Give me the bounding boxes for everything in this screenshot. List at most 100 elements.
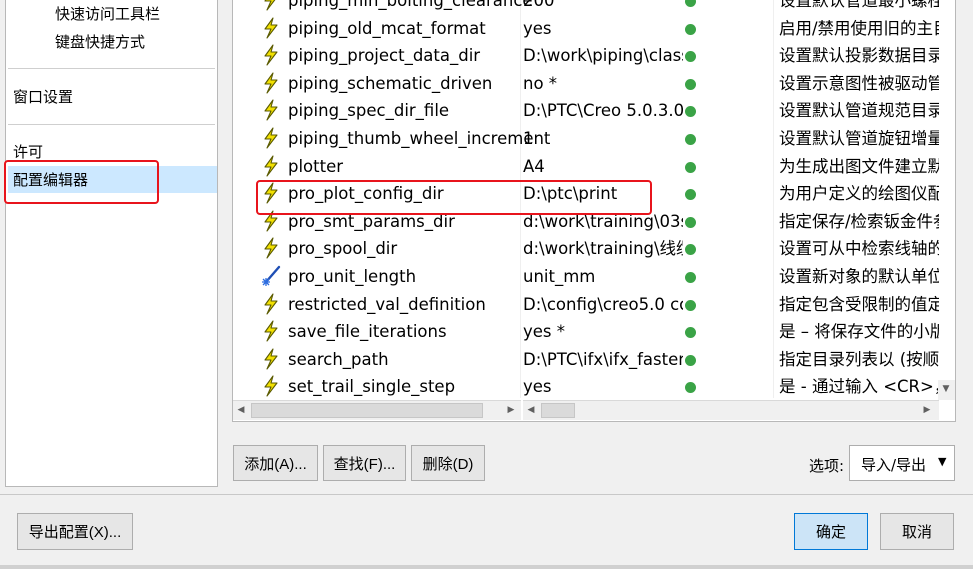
option-value[interactable]: D:\PTC\Creo 5.0.3.0\C — [523, 100, 683, 122]
status-dot-icon — [685, 106, 696, 118]
option-name: plotter — [288, 156, 344, 176]
status-dot-icon — [685, 354, 696, 366]
status-dot-icon — [685, 161, 696, 173]
window-bottom-edge — [0, 565, 973, 569]
scroll-left-arrow-icon[interactable]: ◀ — [523, 401, 539, 419]
option-name: pro_unit_length — [288, 267, 417, 286]
option-description: 设置示意图性被驱动管线 — [779, 73, 939, 93]
option-name: search_path — [288, 349, 389, 369]
option-value[interactable]: yes — [523, 376, 683, 398]
status-dot-icon — [685, 189, 696, 201]
option-name: set_trail_single_step — [288, 377, 456, 397]
ok-button[interactable]: 确定 — [794, 513, 868, 550]
horizontal-scrollbar-name[interactable]: ◀ ▶ — [233, 400, 521, 420]
nav-divider — [8, 124, 215, 125]
table-row[interactable]: search_path D:\PTC\ifx\ifx_fastener 指定目录列表… — [233, 346, 955, 374]
export-config-button[interactable]: 导出配置(X)... — [17, 513, 133, 550]
option-value[interactable]: yes * — [523, 321, 683, 343]
table-row[interactable]: piping_thumb_wheel_increment1 设置默认管道旋钮增量值 — [233, 125, 955, 153]
option-value[interactable]: D:\PTC\ifx\ifx_fastener — [523, 349, 683, 371]
nav-item-quick-access-toolbar[interactable]: 快速访问工具栏 — [55, 3, 160, 25]
cancel-button[interactable]: 取消 — [880, 513, 954, 550]
table-row[interactable]: piping_schematic_driven no * 设置示意图性被驱动管线 — [233, 70, 955, 98]
option-value[interactable]: no * — [523, 73, 683, 95]
option-description: 指定目录列表以 (按顺序 — [779, 349, 939, 369]
option-name: piping_thumb_wheel_increment — [288, 129, 551, 148]
left-nav-panel: 快速访问工具栏 键盘快捷方式 窗口设置 许可 配置编辑器 — [5, 0, 218, 487]
table-row[interactable]: plotter A4 为生成出图文件建立默认 — [233, 153, 955, 181]
status-dot-icon — [685, 244, 696, 256]
nav-item-keyboard-shortcuts[interactable]: 键盘快捷方式 — [55, 31, 145, 53]
option-value[interactable]: unit_mm — [523, 266, 683, 288]
option-description: 是 - 通过输入 <CR>，启 — [779, 377, 939, 397]
lightning-icon — [261, 155, 281, 177]
option-value[interactable]: A4 — [523, 156, 683, 178]
footer-divider — [0, 494, 973, 495]
option-value[interactable]: 200 — [523, 0, 683, 12]
table-row[interactable]: set_trail_single_step yes 是 - 通过输入 <CR>，启 — [233, 373, 955, 401]
table-row[interactable]: piping_old_mcat_format yes 启用/禁用使用旧的主目录 — [233, 15, 955, 43]
status-dot-icon — [685, 0, 696, 7]
dropdown-arrow-icon: ▼ — [938, 455, 947, 468]
option-name: pro_spool_dir — [288, 239, 398, 259]
option-name: restricted_val_definition — [288, 294, 486, 314]
status-dot-icon — [685, 134, 696, 145]
status-dot-icon — [685, 327, 696, 339]
option-description: 指定保存/检索钣金件参数 — [779, 211, 939, 231]
option-value[interactable]: yes — [523, 18, 683, 40]
scrollbar-thumb[interactable] — [251, 403, 483, 418]
wand-icon — [261, 265, 281, 287]
option-value[interactable]: D:\config\creo5.0 con — [523, 294, 683, 316]
scroll-left-arrow-icon[interactable]: ◀ — [233, 401, 249, 419]
lightning-icon — [261, 44, 281, 66]
annotation-box-row — [256, 180, 652, 215]
lightning-icon — [261, 99, 281, 121]
scroll-down-arrow-icon[interactable]: ▼ — [938, 380, 954, 398]
table-row[interactable]: pro_spool_dir d:\work\training\线缆 设置可从中检索线… — [233, 235, 955, 263]
options-import-export-select[interactable]: 导入/导出 ▼ — [849, 445, 955, 481]
lightning-icon — [261, 72, 281, 94]
lightning-icon — [261, 375, 281, 397]
lightning-icon — [261, 293, 281, 315]
option-description: 设置默认投影数据目录。 — [779, 46, 939, 66]
status-dot-icon — [685, 272, 696, 283]
vertical-scrollbar[interactable]: ▼ — [938, 380, 955, 400]
table-row[interactable]: pro_unit_length unit_mm 设置新对象的默认单位。 — [233, 263, 955, 291]
find-button[interactable]: 查找(F)... — [323, 445, 406, 481]
scrollbar-thumb[interactable] — [541, 403, 575, 418]
option-value[interactable]: d:\work\training\线缆 — [523, 238, 683, 260]
option-value[interactable]: D:\work\piping\class_ — [523, 45, 683, 67]
lightning-icon — [261, 237, 281, 259]
status-dot-icon — [685, 23, 696, 35]
scroll-right-arrow-icon[interactable]: ▶ — [503, 401, 519, 419]
option-description: 设置默认管道最小螺栓间距 — [779, 0, 939, 10]
status-dot-icon — [685, 216, 696, 228]
status-dot-icon — [685, 51, 696, 63]
nav-item-window-settings[interactable]: 窗口设置 — [13, 86, 73, 108]
table-row[interactable]: piping_project_data_dir D:\work\piping\cl… — [233, 42, 955, 70]
add-button[interactable]: 添加(A)... — [233, 445, 318, 481]
horizontal-scrollbar-value[interactable]: ◀ ▶ — [523, 400, 939, 420]
option-name: piping_project_data_dir — [288, 46, 481, 66]
table-row[interactable]: save_file_iterations yes * 是 – 将保存文件的小版本 — [233, 318, 955, 346]
option-value[interactable]: 1 — [523, 128, 683, 150]
option-description: 为生成出图文件建立默认 — [779, 156, 939, 176]
lightning-icon — [261, 17, 281, 39]
option-description: 设置新对象的默认单位。 — [779, 267, 939, 286]
nav-divider — [8, 68, 215, 69]
option-description: 设置默认管道规范目录文件 — [779, 101, 939, 121]
status-dot-icon — [685, 299, 696, 311]
table-row[interactable]: restricted_val_definition D:\config\creo5… — [233, 291, 955, 319]
option-name: piping_min_bolting_clearance — [288, 0, 533, 10]
option-name: piping_old_mcat_format — [288, 18, 486, 38]
option-description: 启用/禁用使用旧的主目录 — [779, 18, 939, 38]
option-description: 为用户定义的绘图仪配置 — [779, 184, 939, 204]
table-row[interactable]: piping_spec_dir_file D:\PTC\Creo 5.0.3.0\… — [233, 97, 955, 125]
delete-button[interactable]: 删除(D) — [411, 445, 485, 481]
lightning-icon — [261, 348, 281, 370]
option-description: 设置可从中检索线轴的目录 — [779, 239, 939, 259]
scroll-right-arrow-icon[interactable]: ▶ — [919, 401, 935, 419]
table-row[interactable]: piping_min_bolting_clearance 200 设置默认管道最小螺… — [233, 0, 955, 15]
status-dot-icon — [685, 382, 696, 394]
option-description: 是 – 将保存文件的小版本 — [779, 322, 939, 342]
